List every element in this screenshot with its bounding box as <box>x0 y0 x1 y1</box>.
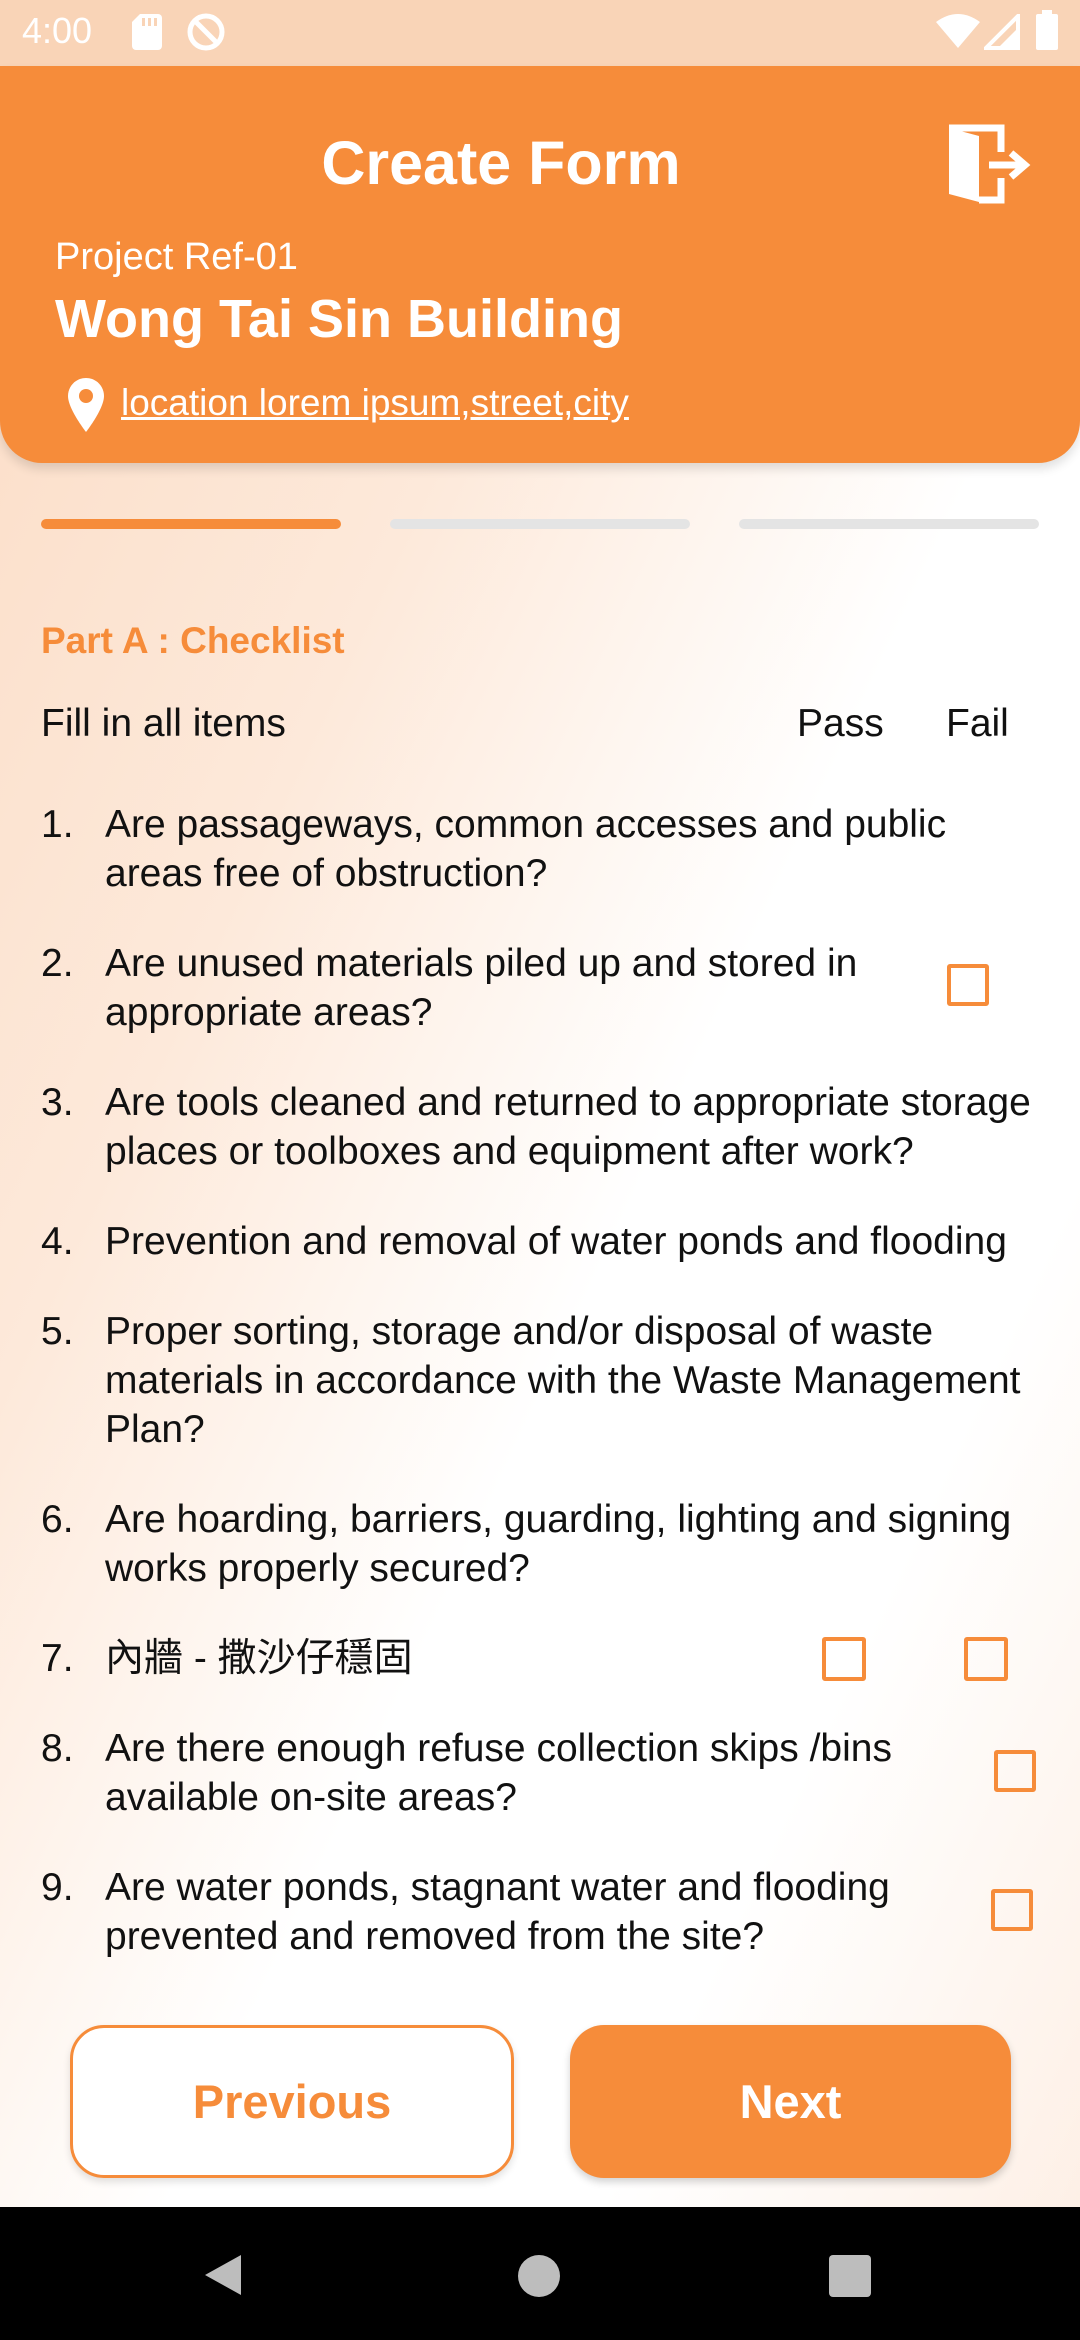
project-ref: Project Ref-01 <box>55 236 298 278</box>
item-text-line: works properly secured? <box>105 1547 530 1590</box>
item-number: 5. <box>41 1310 74 1353</box>
item-number: 9. <box>41 1866 74 1909</box>
recents-icon[interactable] <box>829 2255 871 2297</box>
item-number: 3. <box>41 1081 74 1124</box>
previous-button[interactable]: Previous <box>70 2025 514 2178</box>
item-number: 4. <box>41 1220 74 1263</box>
checklist-instruction: Fill in all items <box>41 702 286 745</box>
item-number: 2. <box>41 942 74 985</box>
home-icon[interactable] <box>518 2255 560 2297</box>
item-text-line: Are unused materials piled up and stored… <box>105 942 858 985</box>
item-text-line: Are there enough refuse collection skips… <box>105 1727 892 1770</box>
wifi-icon <box>936 14 980 48</box>
next-button[interactable]: Next <box>570 2025 1011 2178</box>
item-text-line: Are water ponds, stagnant water and floo… <box>105 1866 890 1909</box>
item-text-line: Are hoarding, barriers, guarding, lighti… <box>105 1498 1012 1541</box>
status-bar: 4:00 <box>0 0 1080 66</box>
step-indicator-1 <box>41 519 341 529</box>
pass-column-header: Pass <box>797 702 884 745</box>
step-indicator-2 <box>390 519 690 529</box>
item-text-line: Are passageways, common accesses and pub… <box>105 803 947 846</box>
fail-checkbox[interactable] <box>964 1637 1008 1681</box>
status-time: 4:00 <box>22 10 93 51</box>
location-link[interactable]: location lorem ipsum,street,city <box>121 382 629 424</box>
item-text-line: Are tools cleaned and returned to approp… <box>105 1081 1031 1124</box>
item-text-line: appropriate areas? <box>105 991 433 1034</box>
exit-button[interactable] <box>945 122 1031 208</box>
form-header: Create Form Project Ref-01 Wong Tai Sin … <box>0 66 1080 463</box>
sd-card-icon <box>132 14 162 50</box>
page-title: Create Form <box>321 129 681 197</box>
battery-icon <box>1036 10 1058 50</box>
pass-checkbox[interactable] <box>822 1637 866 1681</box>
item-number: 7. <box>41 1637 74 1680</box>
item-number: 8. <box>41 1727 74 1770</box>
item-text-line: prevented and removed from the site? <box>105 1915 765 1958</box>
exit-icon <box>949 124 1031 204</box>
item-text-line: materials in accordance with the Waste M… <box>105 1359 1021 1402</box>
item-text-line: places or toolboxes and equipment after … <box>105 1130 914 1173</box>
item-text-line: Prevention and removal of water ponds an… <box>105 1220 1007 1263</box>
item-number: 1. <box>41 803 74 846</box>
do-not-disturb-icon <box>187 13 225 51</box>
item-text-line: Proper sorting, storage and/or disposal … <box>105 1310 934 1353</box>
item-text-line: 內牆 - 撒沙仔穩固 <box>105 1637 413 1680</box>
checkbox[interactable] <box>991 1889 1033 1931</box>
checkbox[interactable] <box>947 964 989 1006</box>
item-text-line: Plan? <box>105 1408 205 1451</box>
item-text-line: areas free of obstruction? <box>105 852 548 895</box>
step-indicator-3 <box>739 519 1039 529</box>
project-name: Wong Tai Sin Building <box>55 289 623 349</box>
signal-icon <box>984 14 1020 50</box>
section-title: Part A : Checklist <box>41 620 345 661</box>
checkbox[interactable] <box>994 1750 1036 1792</box>
back-icon[interactable] <box>203 2253 243 2297</box>
system-nav-bar <box>0 2207 1080 2340</box>
location-pin-icon <box>68 378 104 432</box>
fail-column-header: Fail <box>946 702 1009 745</box>
item-number: 6. <box>41 1498 74 1541</box>
item-text-line: available on-site areas? <box>105 1776 517 1819</box>
